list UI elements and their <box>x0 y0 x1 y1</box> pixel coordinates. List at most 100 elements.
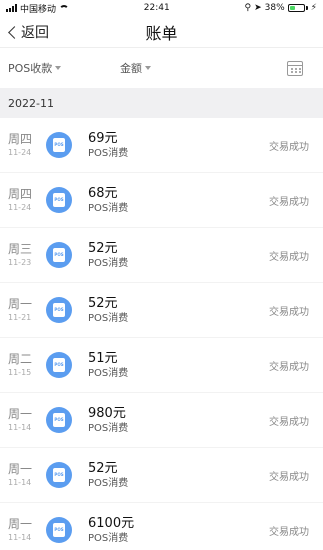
status-label: 交易成功 <box>269 361 309 373</box>
location-icon: ➤ <box>254 3 262 13</box>
amount-label: 52元 <box>88 296 118 311</box>
amount-label: 52元 <box>88 461 118 476</box>
pos-card-icon: POS <box>46 242 72 268</box>
transaction-row[interactable]: 周一 11-14 POS 980元 POS消费 交易成功 <box>0 393 323 448</box>
back-label: 返回 <box>21 25 49 41</box>
transaction-info: 980元 POS消费 <box>88 405 269 435</box>
orientation-lock-icon: ⚲ <box>244 3 252 13</box>
type-label: POS消费 <box>88 478 129 489</box>
filter-bar: POS收款 金额 <box>0 48 323 88</box>
transaction-date: 周一 11-14 <box>8 407 46 433</box>
calendar-icon[interactable] <box>287 60 303 76</box>
transaction-list: 周四 11-24 POS 69元 POS消费 交易成功 周四 11-24 POS… <box>0 118 323 550</box>
type-label: POS消费 <box>88 203 129 214</box>
transaction-date: 周一 11-21 <box>8 297 46 323</box>
status-label: 交易成功 <box>269 416 309 428</box>
type-label: POS消费 <box>88 313 129 324</box>
status-label: 交易成功 <box>269 196 309 208</box>
charging-icon: ⚡ <box>310 3 317 13</box>
pos-filter-label: POS收款 <box>8 62 53 75</box>
nav-bar: 返回 账单 <box>0 16 323 48</box>
carrier-label: 中国移动 <box>20 4 57 15</box>
type-label: POS消费 <box>88 533 129 544</box>
status-bar: 中国移动 22:41 ⚲ ➤ 38% ⚡ <box>0 0 323 16</box>
status-time: 22:41 <box>143 3 170 13</box>
date-label: 11-24 <box>8 203 32 212</box>
transaction-info: 51元 POS消费 <box>88 350 269 380</box>
chevron-left-icon <box>8 25 21 39</box>
caret-down-icon <box>55 66 62 70</box>
amount-label: 6100元 <box>88 516 135 531</box>
transaction-date: 周一 11-14 <box>8 517 46 543</box>
amount-label: 69元 <box>88 131 118 146</box>
transaction-info: 69元 POS消费 <box>88 130 269 160</box>
weekday-label: 周一 <box>8 517 33 531</box>
transaction-row[interactable]: 周一 11-14 POS 6100元 POS消费 交易成功 <box>0 503 323 550</box>
weekday-label: 周三 <box>8 242 33 256</box>
type-label: POS消费 <box>88 148 129 159</box>
status-label: 交易成功 <box>269 471 309 483</box>
transaction-date: 周三 11-23 <box>8 242 46 268</box>
pos-card-icon: POS <box>46 132 72 158</box>
transaction-row[interactable]: 周一 11-21 POS 52元 POS消费 交易成功 <box>0 283 323 338</box>
pos-filter-dropdown[interactable]: POS收款 <box>8 60 110 76</box>
amount-label: 52元 <box>88 241 118 256</box>
amount-filter-label: 金额 <box>120 62 142 75</box>
pos-card-icon: POS <box>46 407 72 433</box>
date-label: 11-15 <box>8 368 32 377</box>
type-label: POS消费 <box>88 423 129 434</box>
battery-icon <box>287 4 305 12</box>
weekday-label: 周一 <box>8 462 33 476</box>
transaction-row[interactable]: 周三 11-23 POS 52元 POS消费 交易成功 <box>0 228 323 283</box>
transaction-row[interactable]: 周四 11-24 POS 68元 POS消费 交易成功 <box>0 173 323 228</box>
amount-label: 980元 <box>88 406 126 421</box>
transaction-info: 52元 POS消费 <box>88 460 269 490</box>
transaction-info: 52元 POS消费 <box>88 240 269 270</box>
status-label: 交易成功 <box>269 306 309 318</box>
weekday-label: 周二 <box>8 352 33 366</box>
status-label: 交易成功 <box>269 141 309 153</box>
pos-card-icon: POS <box>46 462 72 488</box>
amount-label: 68元 <box>88 186 118 201</box>
battery-tip <box>305 6 308 10</box>
transaction-info: 52元 POS消费 <box>88 295 269 325</box>
status-left: 中国移动 <box>6 2 70 15</box>
transaction-row[interactable]: 周一 11-14 POS 52元 POS消费 交易成功 <box>0 448 323 503</box>
date-label: 11-14 <box>8 423 32 432</box>
transaction-info: 6100元 POS消费 <box>88 515 269 545</box>
battery-percent: 38% <box>264 3 285 13</box>
type-label: POS消费 <box>88 258 129 269</box>
weekday-label: 周四 <box>8 187 33 201</box>
weekday-label: 周四 <box>8 132 33 146</box>
amount-filter-dropdown[interactable]: 金额 <box>120 60 151 76</box>
status-right: ⚲ ➤ 38% ⚡ <box>245 3 317 13</box>
transaction-row[interactable]: 周四 11-24 POS 69元 POS消费 交易成功 <box>0 118 323 173</box>
transaction-date: 周四 11-24 <box>8 187 46 213</box>
weekday-label: 周一 <box>8 407 33 421</box>
transaction-date: 周二 11-15 <box>8 352 46 378</box>
caret-down-icon <box>145 66 151 70</box>
transaction-date: 周一 11-14 <box>8 462 46 488</box>
signal-icon <box>6 4 17 12</box>
page-title: 账单 <box>145 23 178 43</box>
date-label: 11-14 <box>8 533 32 542</box>
transaction-date: 周四 11-24 <box>8 132 46 158</box>
amount-label: 51元 <box>88 351 118 366</box>
date-label: 11-24 <box>8 148 32 157</box>
pos-card-icon: POS <box>46 187 72 213</box>
wifi-icon <box>59 4 70 12</box>
type-label: POS消费 <box>88 368 129 379</box>
status-label: 交易成功 <box>269 526 309 538</box>
date-label: 11-21 <box>8 313 32 322</box>
date-label: 11-14 <box>8 478 32 487</box>
pos-card-icon: POS <box>46 352 72 378</box>
pos-card-icon: POS <box>46 297 72 323</box>
status-label: 交易成功 <box>269 251 309 263</box>
transaction-row[interactable]: 周二 11-15 POS 51元 POS消费 交易成功 <box>0 338 323 393</box>
back-button[interactable]: 返回 <box>6 16 49 48</box>
transaction-info: 68元 POS消费 <box>88 185 269 215</box>
month-header: 2022-11 <box>0 88 323 118</box>
weekday-label: 周一 <box>8 297 33 311</box>
pos-card-icon: POS <box>46 517 72 543</box>
date-label: 11-23 <box>8 258 32 267</box>
